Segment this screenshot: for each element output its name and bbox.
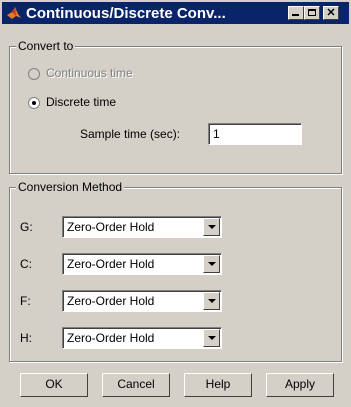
h-row-label: H: <box>20 331 32 345</box>
help-button[interactable]: Help <box>184 373 252 397</box>
ok-button[interactable]: OK <box>20 373 88 397</box>
chevron-down-icon <box>208 299 216 303</box>
radio-selected-dot <box>32 101 36 105</box>
c-row-label: C: <box>20 257 32 271</box>
close-button[interactable]: ✕ <box>323 6 339 20</box>
chevron-down-icon <box>208 336 216 340</box>
maximize-icon <box>308 9 316 16</box>
continuous-time-label: Continuous time <box>46 66 133 80</box>
sample-time-input[interactable] <box>208 123 302 145</box>
convert-to-group: Convert to Continuous time Discrete time… <box>9 39 342 174</box>
f-dropdown-button[interactable] <box>203 292 220 310</box>
g-method-select[interactable]: Zero-Order Hold <box>62 216 222 238</box>
chevron-down-icon <box>208 262 216 266</box>
continuous-time-radio[interactable] <box>28 68 40 80</box>
window-title: Continuous/Discrete Conv... <box>26 5 226 22</box>
g-method-value: Zero-Order Hold <box>67 220 155 234</box>
close-icon: ✕ <box>326 7 336 19</box>
g-dropdown-button[interactable] <box>203 218 220 236</box>
dialog-window: Continuous/Discrete Conv... ✕ Convert to… <box>0 0 351 407</box>
conversion-method-group-label: Conversion Method <box>16 180 125 194</box>
maximize-button[interactable] <box>304 6 320 20</box>
cancel-button[interactable]: Cancel <box>102 373 170 397</box>
c-dropdown-button[interactable] <box>203 255 220 273</box>
apply-button[interactable]: Apply <box>266 373 334 397</box>
c-method-select[interactable]: Zero-Order Hold <box>62 253 222 275</box>
h-dropdown-button[interactable] <box>203 329 220 347</box>
h-method-select[interactable]: Zero-Order Hold <box>62 327 222 349</box>
matlab-icon <box>7 7 21 19</box>
g-row-label: G: <box>20 220 33 234</box>
conversion-method-group: Conversion Method G: Zero-Order Hold C: … <box>9 180 342 362</box>
convert-to-group-label: Convert to <box>16 39 76 53</box>
minimize-icon <box>292 14 299 16</box>
h-method-value: Zero-Order Hold <box>67 331 155 345</box>
f-method-value: Zero-Order Hold <box>67 294 155 308</box>
f-method-select[interactable]: Zero-Order Hold <box>62 290 222 312</box>
discrete-time-label: Discrete time <box>46 95 117 109</box>
minimize-button[interactable] <box>288 6 304 20</box>
sample-time-label: Sample time (sec): <box>80 127 181 141</box>
c-method-value: Zero-Order Hold <box>67 257 155 271</box>
f-row-label: F: <box>20 294 31 308</box>
title-bar[interactable]: Continuous/Discrete Conv... ✕ <box>2 2 349 24</box>
discrete-time-radio[interactable] <box>28 97 40 109</box>
chevron-down-icon <box>208 225 216 229</box>
